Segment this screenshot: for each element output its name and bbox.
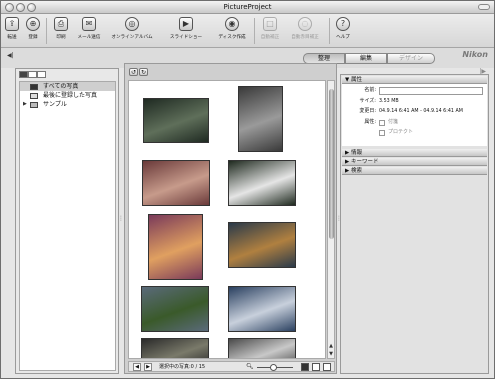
sidebar-item-last-import[interactable]: 最後に登録した写真 [20, 91, 115, 100]
disc-burn-icon: ◉ [225, 17, 239, 31]
folder-icon [30, 102, 38, 108]
help-button[interactable]: ? ヘルプ [333, 17, 353, 45]
protect-checkbox[interactable] [379, 130, 385, 136]
toolbar-separator [254, 18, 255, 44]
toolbar: ⇪ 転送 ⊕ 登録 ⎙ 印刷 ✉ メール送信 ◎ オンラインアルバム ▶ スライ… [1, 14, 494, 48]
print-button[interactable]: ⎙ 印刷 [51, 17, 71, 45]
sidebar-item-sample[interactable]: ▶ サンプル [20, 100, 115, 109]
help-icon: ? [336, 17, 350, 31]
view-switch [19, 71, 46, 78]
print-icon: ⎙ [54, 17, 68, 31]
register-button[interactable]: ⊕ 登録 [25, 17, 41, 45]
photo-thumbnail[interactable] [238, 86, 283, 152]
all-photos-icon [30, 84, 38, 90]
sidebar-item-all-photos[interactable]: すべての写真 [20, 82, 115, 91]
online-album-button[interactable]: ◎ オンラインアルバム [109, 17, 155, 45]
folder-pane: すべての写真 最後に登録した写真 ▶ サンプル [15, 68, 119, 374]
toolbar-separator [329, 18, 330, 44]
previous-icon: ◀ [135, 364, 139, 370]
search-section-header[interactable]: ▶ 検索 [342, 167, 487, 175]
disc-burn-button[interactable]: ◉ ディスク作成 [215, 17, 249, 45]
auto-enhance-icon: □ [263, 17, 277, 31]
thumbnail-grid [128, 80, 326, 359]
preview-view-button[interactable] [312, 363, 320, 371]
tag-checkbox[interactable] [379, 120, 385, 126]
slideshow-button[interactable]: ▶ スライドショー [166, 17, 206, 45]
photo-thumbnail[interactable] [143, 98, 209, 143]
list-view-button[interactable] [37, 71, 46, 78]
info-pane: ▼ 属性 名前: サイズ: 3.53 MB 変更日: 04.9.14 6:41 … [340, 74, 489, 374]
online-album-icon: ◎ [125, 17, 139, 31]
tab-design[interactable]: デザイン [387, 53, 435, 64]
selection-count: 選択中の写真:0 / 15 [159, 364, 206, 370]
next-icon: ▶ [146, 364, 150, 370]
mail-button[interactable]: ✉ メール送信 [74, 17, 104, 45]
vertical-scrollbar[interactable]: ▲ ▼ [327, 80, 335, 359]
tab-edit[interactable]: 編集 [345, 53, 387, 64]
photo-thumbnail[interactable] [228, 222, 296, 268]
toolbar-separator [46, 18, 47, 44]
photo-thumbnail[interactable] [148, 214, 203, 280]
attributes-section-header[interactable]: ▼ 属性 [342, 76, 487, 84]
scroll-up-icon[interactable]: ▲ [328, 343, 334, 349]
modified-label: 変更日: [359, 108, 376, 114]
last-import-icon [30, 93, 38, 99]
tag-checkbox-label: 付箋 [388, 119, 399, 125]
next-button[interactable]: ▶ [144, 363, 152, 371]
register-icon: ⊕ [26, 17, 40, 31]
rotate-right-button[interactable]: ↻ [139, 68, 148, 76]
calendar-view-button[interactable] [28, 71, 37, 78]
modified-value: 04.9.14 6:41 AM - 04.9.14 6:41 AM [379, 109, 463, 114]
photo-thumbnail[interactable] [228, 160, 296, 206]
photo-thumbnail[interactable] [141, 286, 209, 332]
collapse-sidebar-icon[interactable]: ◀| [7, 52, 14, 59]
photo-thumbnail[interactable] [141, 338, 209, 358]
grid-view-button[interactable] [301, 363, 309, 371]
folder-tree: すべての写真 最後に登録した写真 ▶ サンプル [19, 81, 116, 371]
scroll-down-icon[interactable]: ▼ [328, 351, 334, 357]
window-title: PictureProject [223, 3, 272, 11]
photo-thumbnail[interactable] [142, 160, 210, 206]
red-eye-button[interactable]: ◌ 自動赤目補正 [287, 17, 323, 45]
size-value: 3.53 MB [379, 99, 399, 104]
zoom-magnifier-icon: 🔍︎ [246, 363, 254, 370]
nikon-logo: Nikon [462, 50, 488, 59]
transfer-button[interactable]: ⇪ 転送 [4, 17, 20, 45]
attributes-section: 名前: サイズ: 3.53 MB 変更日: 04.9.14 6:41 AM - … [342, 84, 487, 146]
photo-thumbnail[interactable] [228, 286, 296, 332]
folder-view-button[interactable] [19, 71, 28, 78]
auto-enhance-button[interactable]: □ 自動補正 [258, 17, 282, 45]
disclosure-triangle-icon[interactable]: ▶ [23, 100, 27, 109]
list-view-mode-button[interactable] [323, 363, 331, 371]
keyword-section-header[interactable]: ▶ キーワード [342, 158, 487, 166]
scrollbar-thumb[interactable] [329, 89, 334, 239]
previous-button[interactable]: ◀ [133, 363, 141, 371]
rotate-left-icon: ↺ [130, 69, 137, 76]
thumbnail-size-slider-knob[interactable] [270, 364, 277, 371]
name-field[interactable] [379, 87, 483, 95]
title-bar[interactable]: PictureProject [1, 1, 494, 14]
toolbar-toggle-button[interactable] [478, 4, 490, 10]
protect-checkbox-label: プロテクト [388, 129, 414, 135]
photo-thumbnail[interactable] [228, 338, 296, 358]
rotate-right-icon: ↻ [140, 69, 147, 76]
slideshow-icon: ▶ [179, 17, 193, 31]
info-section-header[interactable]: ▶ 情報 [342, 149, 487, 157]
transfer-icon: ⇪ [5, 17, 19, 31]
name-label: 名前: [364, 87, 376, 93]
rotate-left-button[interactable]: ↺ [129, 68, 138, 76]
thumbnail-pane: ↺ ↻ ▲ ▼ ◀ ▶ 選択中の写真:0 / 15 🔍︎ [124, 63, 337, 374]
mail-icon: ✉ [82, 17, 96, 31]
rotate-buttons: ↺ ↻ [129, 68, 148, 76]
app-window: PictureProject ⇪ 転送 ⊕ 登録 ⎙ 印刷 ✉ メール送信 ◎ … [0, 0, 495, 379]
red-eye-icon: ◌ [298, 17, 312, 31]
thumbnail-status-bar: ◀ ▶ 選択中の写真:0 / 15 🔍︎ [128, 361, 335, 372]
size-label: サイズ: [359, 98, 376, 104]
flags-label: 属性: [364, 119, 376, 125]
